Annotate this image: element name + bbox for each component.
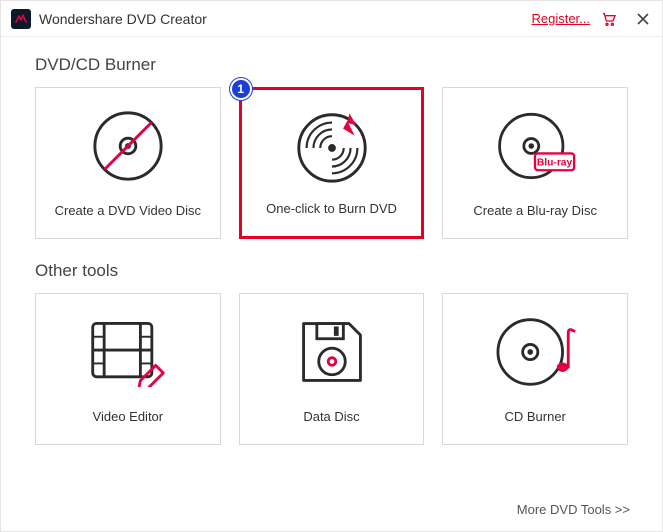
tile-one-click-burn[interactable]: 1 One-click to Burn DVD — [239, 87, 425, 239]
svg-text:Blu-ray: Blu-ray — [537, 157, 573, 168]
section-title-burner: DVD/CD Burner — [35, 55, 628, 75]
tile-label: Data Disc — [303, 409, 359, 424]
step-badge: 1 — [230, 78, 252, 100]
titlebar: Wondershare DVD Creator Register... — [1, 1, 662, 37]
more-tools-link[interactable]: More DVD Tools >> — [517, 502, 630, 517]
tile-video-editor[interactable]: Video Editor — [35, 293, 221, 445]
floppy-icon — [296, 294, 368, 409]
tile-dvd-video[interactable]: Create a DVD Video Disc — [35, 87, 221, 239]
tile-label: One-click to Burn DVD — [266, 201, 397, 216]
cart-icon[interactable] — [600, 10, 618, 28]
content-area: DVD/CD Burner Create a DVD Video Disc 1 — [1, 37, 662, 445]
tile-cd-burner[interactable]: CD Burner — [442, 293, 628, 445]
burner-row: Create a DVD Video Disc 1 — [35, 87, 628, 239]
app-logo-icon — [11, 9, 31, 29]
film-edit-icon — [87, 294, 169, 409]
tile-bluray[interactable]: Blu-ray Create a Blu-ray Disc — [442, 87, 628, 239]
bluray-disc-icon: Blu-ray — [494, 88, 576, 203]
tile-label: Create a DVD Video Disc — [55, 203, 201, 218]
tile-label: Video Editor — [93, 409, 164, 424]
other-row: Video Editor Data Disc — [35, 293, 628, 445]
tile-label: CD Burner — [504, 409, 565, 424]
register-link[interactable]: Register... — [531, 11, 590, 26]
section-title-other: Other tools — [35, 261, 628, 281]
tile-label: Create a Blu-ray Disc — [473, 203, 597, 218]
tile-data-disc[interactable]: Data Disc — [239, 293, 425, 445]
app-window: Wondershare DVD Creator Register... DVD/… — [0, 0, 663, 532]
music-disc-icon — [494, 294, 576, 409]
app-title: Wondershare DVD Creator — [39, 11, 207, 27]
close-button[interactable] — [632, 8, 654, 30]
disc-burn-icon — [291, 90, 373, 201]
disc-icon — [89, 88, 167, 203]
